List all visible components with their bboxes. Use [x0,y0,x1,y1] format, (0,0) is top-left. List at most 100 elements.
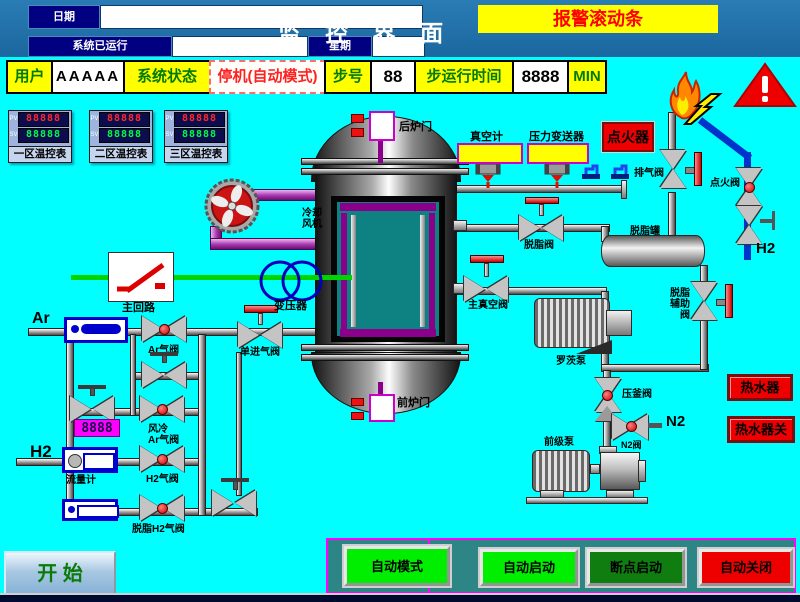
breaker-icon [109,253,171,299]
lightning-icon [683,92,723,126]
furnace-nozzle [453,220,467,231]
header-bar: 日期 系统已运行 星期 监 控 界 面 报警滚动条 [0,0,800,57]
rear-door-label: 后炉门 [399,122,432,133]
heater-rod [351,215,356,327]
air-cooled-ar-valve-label: 风冷 Ar气阀 [148,424,179,446]
pv-display: 88888 [99,112,150,127]
temp-controller-zone2[interactable]: PV88888 SV88888 二区温控表 [89,110,153,163]
cooling-fan-icon[interactable] [204,178,260,234]
runtime-label: 系统已运行 [28,36,172,57]
rear-door-lamp [351,114,364,123]
hot-water-off-button[interactable]: 热水器关 [727,416,795,443]
furnace-flange [301,168,469,175]
heater-rod [341,213,347,329]
sv-tag: SV [9,132,18,138]
controller-title: 一区温控表 [9,146,71,162]
furnace-chamber [331,196,445,342]
n2-valve-label: N2阀 [621,440,642,451]
heater-bar-bottom [340,329,436,337]
pv-tag: PV [165,116,174,122]
pipe-bottom-run [601,364,709,372]
furnace-flange [301,344,469,351]
auto-mode-button[interactable]: 自动模式 [344,546,450,586]
pv-tag: PV [9,116,18,122]
front-door-lamp [351,398,364,406]
heater-bar-top [340,203,436,211]
step-time-label: 步运行时间 [414,60,514,94]
transformer-label: 变压器 [274,301,307,312]
user-value[interactable]: AAAAA [51,60,125,94]
bottom-instrument [62,499,118,521]
pipe-left-riser [66,334,74,516]
system-state-label: 系统状态 [123,60,211,94]
page-title: 监 控 界 面 [250,14,480,48]
flow-value-display: 8888 [74,419,120,437]
autoclave-valve-label: 压釜阀 [622,389,652,400]
hot-water-button[interactable]: 热水器 [727,374,793,401]
furnace-flange [301,354,469,361]
controller-title: 三区温控表 [165,146,227,162]
controller-title: 二区温控表 [90,146,152,162]
h2-left-label: H2 [30,442,52,462]
sv-tag: SV [165,132,174,138]
heater-rod [420,215,425,327]
pv-tag: PV [90,116,99,122]
pipe-exhaust-down [668,192,676,240]
rear-door-lamp [351,128,364,137]
n2-line-tick [648,423,662,428]
exhaust-valve-label: 排气阀 [634,168,664,179]
hmi-screen: 日期 系统已运行 星期 监 控 界 面 报警滚动条 用户 AAAAA 系统状态 … [0,0,800,602]
h2-gas-valve-label: H2气阀 [146,474,179,485]
flow-meter-instrument [62,447,118,473]
single-inlet-valve-label: 单进气阀 [240,347,280,358]
sv-display: 88888 [99,128,150,143]
breakpoint-start-button[interactable]: 断点启动 [587,549,685,586]
front-door-lamp [351,412,364,420]
ar-label: Ar [32,310,50,328]
furnace-flange [301,158,469,165]
vacuum-gauge-label: 真空计 [470,132,503,143]
auto-close-button[interactable]: 自动关闭 [699,549,793,586]
pressure-transmitter-display [527,143,589,164]
sv-tag: SV [90,132,99,138]
main-circuit-breaker[interactable] [108,252,174,302]
fore-pump-cap [638,460,646,482]
faucet-icon [610,162,630,180]
pv-display: 88888 [174,112,225,127]
alarm-scroll-banner: 报警滚动条 [478,5,718,33]
fore-pump-base [526,497,648,504]
system-state-value: 停机(自动模式) [209,60,326,94]
heater-rod [429,213,435,329]
pipe-mid-riser [198,334,206,516]
fore-pump-coupling [590,464,600,474]
step-label: 步号 [324,60,372,94]
roots-pump-skid [576,340,612,354]
pipe-end-cap [621,180,627,199]
ar-flow-instrument [64,317,128,343]
sv-display: 88888 [174,128,225,143]
sv-display: 88888 [18,128,69,143]
rear-door-indicator[interactable] [369,111,395,141]
h2-right-label: H2 [756,240,775,257]
front-door-label: 前炉门 [397,398,430,409]
front-door-indicator[interactable] [369,394,395,422]
pipe-sensor-line [446,185,626,193]
step-time-unit: MIN [567,60,607,94]
step-time-value: 8888 [512,60,569,94]
bottom-bar [0,595,800,602]
transformer-icon [254,256,328,306]
degrease-aux-valve-label: 脱脂 辅助阀 [666,288,690,321]
vacuum-sensor-icon [474,164,502,188]
fore-pump-body [600,452,640,490]
main-circuit-label: 主回路 [122,303,155,314]
temp-controller-zone3[interactable]: PV88888 SV88888 三区温控表 [164,110,228,163]
step-value: 88 [370,60,416,94]
auto-start-button[interactable]: 自动启动 [480,549,578,586]
pipe-aux-down [700,318,708,370]
degrease-tank [601,235,705,267]
temp-controller-zone1[interactable]: PV88888 SV88888 一区温控表 [8,110,72,163]
start-button[interactable]: 开 始 [4,551,116,596]
date-label: 日期 [28,5,100,29]
igniter-button[interactable]: 点火器 [602,122,654,152]
cooling-fan-label: 冷却 风机 [302,208,322,230]
